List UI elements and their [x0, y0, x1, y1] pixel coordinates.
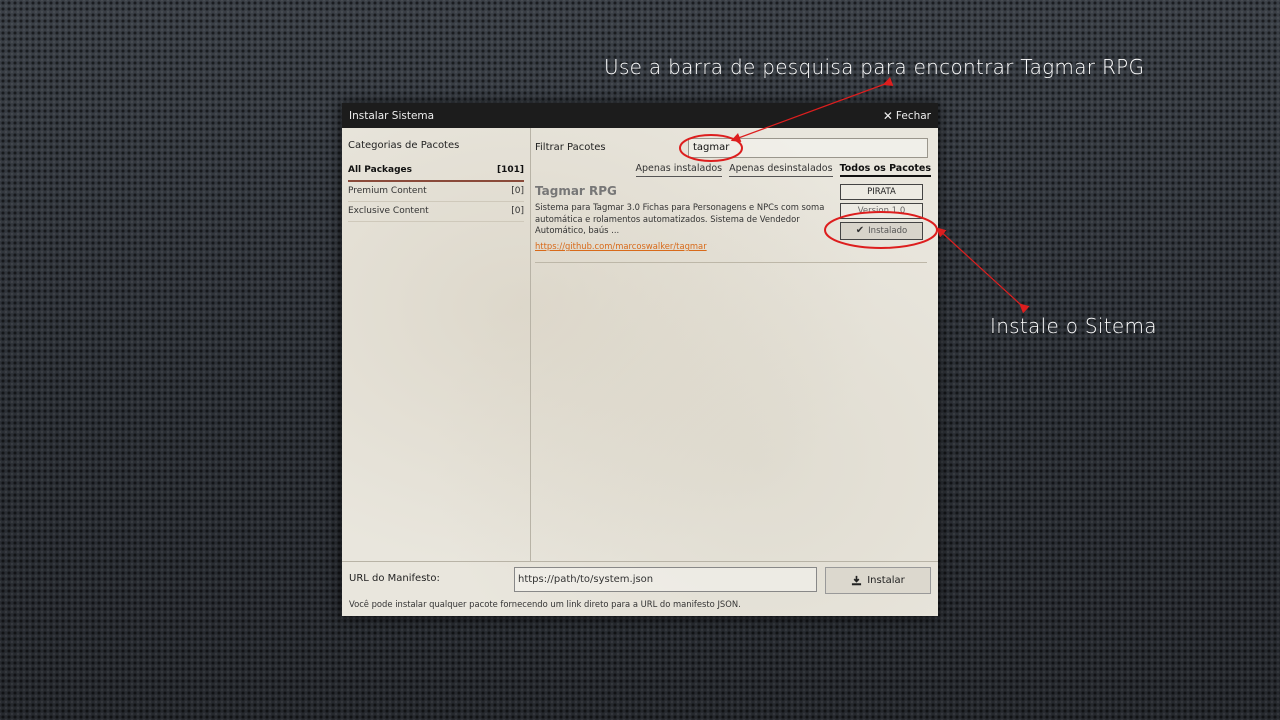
package-url-link[interactable]: https://github.com/marcoswalker/tagmar — [535, 241, 707, 251]
category-all-packages[interactable]: All Packages [101] — [348, 161, 524, 182]
filter-search-input[interactable]: tagmar — [688, 138, 928, 158]
close-button[interactable]: ✕ Fechar — [883, 109, 931, 123]
categories-sidebar: Categorias de Pacotes All Packages [101]… — [342, 128, 531, 561]
installed-button[interactable]: ✔ Instalado — [840, 222, 923, 240]
package-title: Tagmar RPG — [535, 184, 617, 198]
category-exclusive-content[interactable]: Exclusive Content [0] — [348, 202, 524, 222]
annotation-install-hint: Instale o Sitema — [990, 314, 1157, 338]
tab-installed-only[interactable]: Apenas instalados — [635, 163, 723, 177]
dialog-titlebar: Instalar Sistema ✕ Fechar — [342, 103, 938, 128]
category-label: All Packages — [348, 165, 412, 175]
packages-pane: Filtrar Pacotes tagmar Apenas instalados… — [531, 128, 938, 561]
download-icon — [852, 575, 862, 586]
category-count: [0] — [511, 206, 524, 216]
install-label: Instalar — [867, 575, 905, 586]
filter-label: Filtrar Pacotes — [535, 142, 606, 153]
package-version-badge: Version 1.0 — [840, 203, 923, 219]
categories-list: All Packages [101] Premium Content [0] E… — [348, 161, 524, 222]
manifest-url-input[interactable]: https://path/to/system.json — [514, 567, 817, 592]
dialog-title: Instalar Sistema — [349, 109, 435, 122]
category-label: Premium Content — [348, 186, 427, 196]
installed-label: Instalado — [868, 226, 908, 236]
category-count: [0] — [511, 186, 524, 196]
manifest-footer: URL do Manifesto: https://path/to/system… — [342, 561, 938, 617]
package-entry: Tagmar RPG Sistema para Tagmar 3.0 Ficha… — [535, 184, 927, 263]
install-arrow — [936, 227, 1030, 314]
package-description: Sistema para Tagmar 3.0 Fichas para Pers… — [535, 202, 825, 235]
install-system-dialog: Instalar Sistema ✕ Fechar Categorias de … — [342, 103, 938, 616]
tab-uninstalled-only[interactable]: Apenas desinstalados — [729, 163, 833, 177]
close-icon: ✕ — [882, 108, 893, 123]
categories-title: Categorias de Pacotes — [348, 140, 460, 151]
category-count: [101] — [496, 165, 524, 175]
tab-all-packages[interactable]: Todos os Pacotes — [839, 163, 931, 177]
check-icon: ✔ — [855, 225, 865, 236]
category-label: Exclusive Content — [348, 206, 429, 216]
annotation-search-hint: Use a barra de pesquisa para encontrar T… — [604, 55, 1145, 79]
install-button[interactable]: Instalar — [825, 567, 931, 594]
close-label: Fechar — [895, 109, 931, 122]
package-filter-tabs: Apenas instalados Apenas desinstalados T… — [635, 163, 931, 177]
manifest-note: Você pode instalar qualquer pacote forne… — [349, 599, 741, 609]
package-tag-badge: PIRATA — [840, 184, 923, 200]
category-premium-content[interactable]: Premium Content [0] — [348, 182, 524, 202]
manifest-label: URL do Manifesto: — [349, 573, 440, 584]
